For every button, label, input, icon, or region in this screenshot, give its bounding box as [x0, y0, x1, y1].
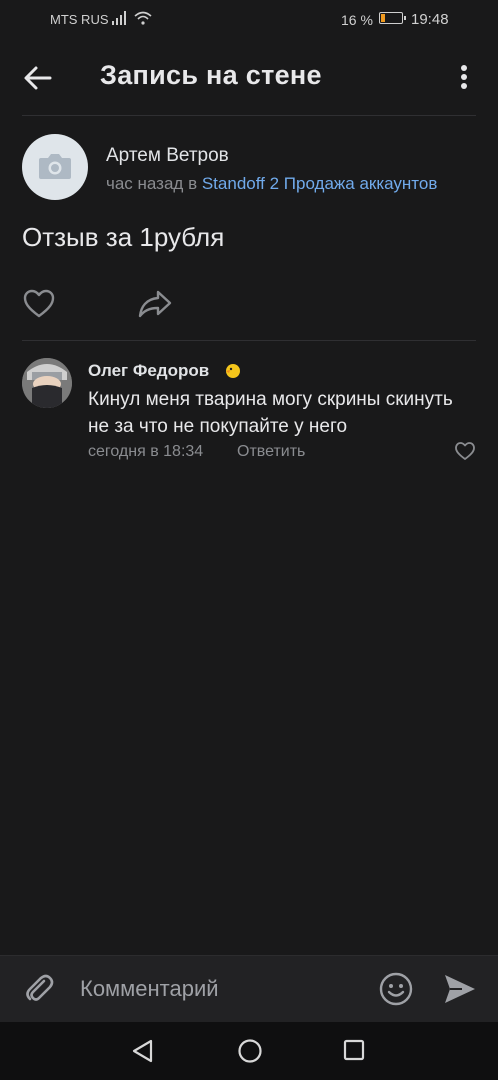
- camera-icon: [38, 152, 72, 185]
- comment-input-bar: [0, 955, 498, 1022]
- comment-date: сегодня в 18:34: [88, 443, 204, 460]
- carrier-label: MTS RUS: [50, 12, 109, 27]
- comment-input[interactable]: [80, 970, 360, 1008]
- battery-icon: [379, 12, 406, 24]
- post-author[interactable]: Артем Ветров: [106, 145, 229, 167]
- signal-icon: [112, 11, 128, 28]
- nav-back-icon[interactable]: [130, 1038, 156, 1064]
- post-group-link[interactable]: Standoff 2 Продажа аккаунтов: [202, 174, 438, 193]
- comment-text: Кинул меня тварина могу скрины скинуть н…: [88, 389, 453, 437]
- heart-icon[interactable]: [454, 441, 476, 461]
- reply-button[interactable]: Ответить: [237, 443, 305, 461]
- post-text: Отзыв за 1рубля: [22, 222, 225, 252]
- battery-percent: 16 %: [341, 12, 373, 28]
- post-meta: час назад в Standoff 2 Продажа аккаунтов: [106, 174, 466, 194]
- heart-icon[interactable]: [22, 288, 56, 320]
- app-header: Запись на стене: [0, 38, 498, 116]
- chick-emoji-icon: [224, 362, 242, 380]
- author-avatar[interactable]: [22, 134, 88, 200]
- send-icon[interactable]: [442, 972, 478, 1006]
- nav-recent-apps-icon[interactable]: [342, 1038, 366, 1062]
- share-icon[interactable]: [136, 288, 174, 320]
- attach-icon[interactable]: [22, 972, 56, 1006]
- page-title: Запись на стене: [100, 60, 322, 90]
- wifi-icon: [134, 11, 152, 28]
- post-time: час назад в: [106, 174, 198, 193]
- more-vertical-icon[interactable]: [450, 62, 478, 92]
- back-arrow-icon[interactable]: [20, 60, 56, 96]
- header-divider: [22, 115, 476, 116]
- status-bar: MTS RUS 16 % 19:48: [0, 0, 498, 38]
- clock: 19:48: [411, 11, 449, 28]
- comment-author[interactable]: Олег Федоров: [88, 361, 209, 381]
- nav-home-icon[interactable]: [237, 1038, 263, 1064]
- emoji-icon[interactable]: [378, 971, 414, 1007]
- post-divider: [22, 340, 476, 341]
- system-nav-bar: [0, 1022, 498, 1080]
- commenter-avatar[interactable]: [22, 358, 72, 408]
